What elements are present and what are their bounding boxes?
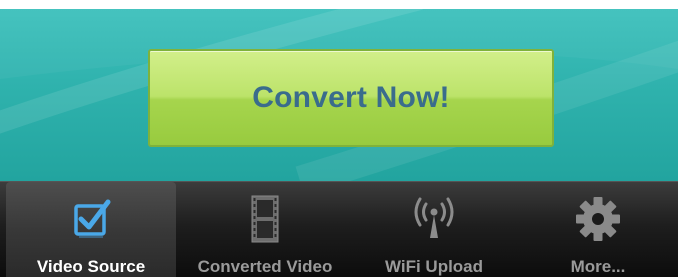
tab-converted-video[interactable]: Converted Video xyxy=(180,182,350,277)
checkbox-icon xyxy=(74,199,111,238)
tab-bar: Video Source Converted Video WiFi Upload… xyxy=(0,181,678,277)
wifi-antenna-icon xyxy=(414,197,454,238)
tab-wifi-upload[interactable]: WiFi Upload xyxy=(354,182,514,277)
tab-label-converted-video: Converted Video xyxy=(197,257,333,276)
gear-icon xyxy=(576,197,620,241)
convert-now-button[interactable]: Convert Now! xyxy=(148,49,554,147)
film-strip-icon xyxy=(251,195,279,243)
tab-label-wifi-upload: WiFi Upload xyxy=(384,257,484,276)
convert-now-label: Convert Now! xyxy=(252,81,450,114)
top-border xyxy=(0,0,678,9)
tab-label-video-source: Video Source xyxy=(36,257,146,276)
tab-more[interactable]: More... xyxy=(518,182,678,277)
tab-video-source[interactable]: Video Source xyxy=(6,182,176,277)
tab-label-more: More... xyxy=(570,257,626,276)
main-content-area: Convert Now! xyxy=(0,9,678,181)
app-screen: Convert Now! Video Source Converted Vide… xyxy=(0,0,678,277)
